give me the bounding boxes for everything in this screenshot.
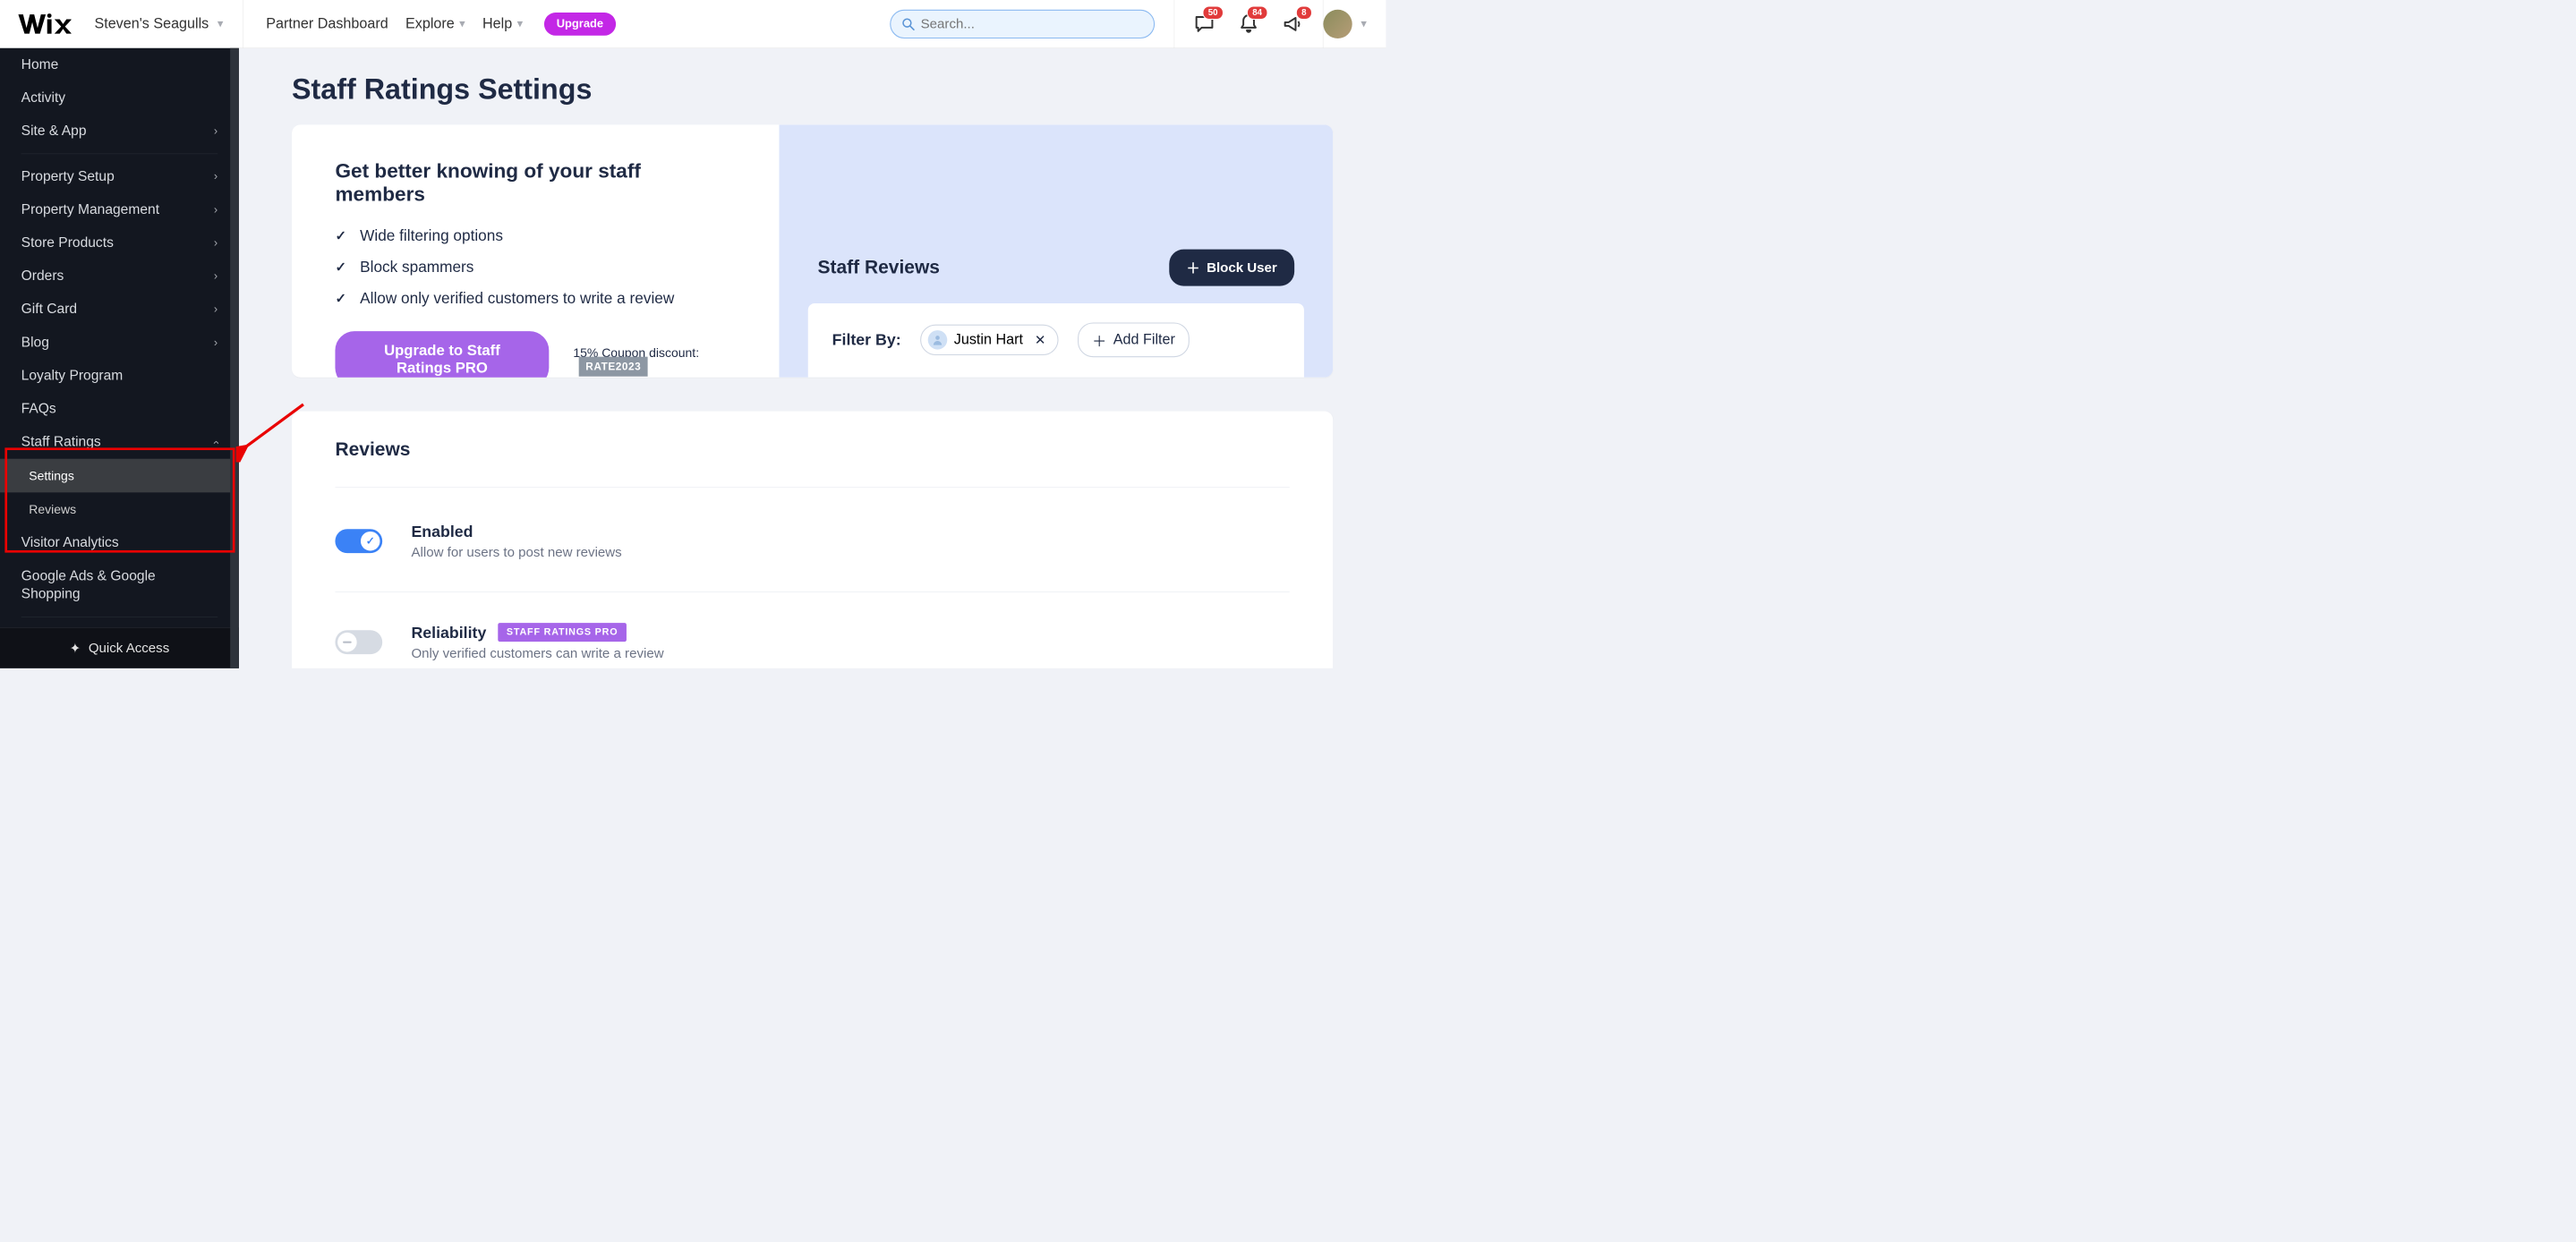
sidebar-item-gift-card[interactable]: Gift Card› bbox=[0, 293, 239, 326]
staff-reviews-heading: Staff Reviews bbox=[818, 257, 940, 278]
upgrade-button[interactable]: Upgrade bbox=[544, 13, 616, 36]
wix-logo[interactable] bbox=[0, 13, 90, 35]
staff-reviews-preview: Staff Reviews ＋ Block User Filter By: Ju… bbox=[779, 124, 1333, 377]
promo-panel: Get better knowing of your staff members… bbox=[292, 124, 1333, 377]
chevron-right-icon: › bbox=[214, 203, 218, 217]
check-icon: ✓ bbox=[366, 535, 375, 548]
plus-icon: ＋ bbox=[1092, 329, 1106, 351]
avatar-icon bbox=[928, 330, 948, 350]
reviews-panel: Reviews ✓ Enabled Allow for users to pos… bbox=[292, 411, 1333, 668]
announce-badge: 8 bbox=[1296, 5, 1312, 20]
chevron-right-icon: › bbox=[214, 269, 218, 283]
upgrade-pro-button[interactable]: Upgrade to Staff Ratings PRO bbox=[335, 331, 549, 378]
sidebar-item-site-app[interactable]: Site & App› bbox=[0, 115, 239, 148]
top-header: Steven's Seagulls ▾ Partner Dashboard Ex… bbox=[0, 0, 1386, 48]
check-icon: ✓ bbox=[335, 290, 346, 306]
quick-access-button[interactable]: ✦ Quick Access bbox=[0, 627, 239, 668]
sidebar-item-activity[interactable]: Activity bbox=[0, 81, 239, 115]
coupon-code: RATE2023 bbox=[579, 356, 648, 376]
announce-notif[interactable]: 8 bbox=[1283, 13, 1304, 35]
page-title: Staff Ratings Settings bbox=[292, 72, 1333, 106]
reliability-toggle[interactable] bbox=[335, 630, 382, 654]
divider bbox=[335, 591, 1289, 592]
reliability-desc: Only verified customers can write a revi… bbox=[411, 645, 663, 660]
feature-list: ✓Wide filtering options ✓Block spammers … bbox=[335, 226, 736, 307]
sidebar-item-property-setup[interactable]: Property Setup› bbox=[0, 160, 239, 193]
reliability-title: Reliability STAFF RATINGS PRO bbox=[411, 623, 663, 642]
nav-partner-dashboard[interactable]: Partner Dashboard bbox=[266, 15, 388, 31]
pro-badge: STAFF RATINGS PRO bbox=[498, 623, 627, 642]
close-icon[interactable]: ✕ bbox=[1035, 332, 1046, 348]
enabled-desc: Allow for users to post new reviews bbox=[411, 544, 621, 559]
chat-badge: 50 bbox=[1202, 5, 1224, 20]
enabled-toggle[interactable]: ✓ bbox=[335, 529, 382, 553]
nav-explore[interactable]: Explore▾ bbox=[405, 15, 465, 31]
check-icon: ✓ bbox=[335, 227, 346, 243]
setting-row-reliability: Reliability STAFF RATINGS PRO Only verif… bbox=[335, 613, 1289, 668]
bell-notif[interactable]: 84 bbox=[1238, 13, 1259, 35]
profile-menu[interactable]: ▾ bbox=[1323, 9, 1386, 38]
sidebar-item-google-ads[interactable]: Google Ads & Google Shopping bbox=[0, 559, 239, 611]
chevron-right-icon: › bbox=[214, 124, 218, 138]
filter-chip[interactable]: Justin Hart ✕ bbox=[920, 325, 1058, 355]
divider bbox=[21, 154, 218, 155]
chevron-down-icon: ▾ bbox=[459, 17, 465, 31]
site-name: Steven's Seagulls bbox=[94, 15, 209, 31]
filter-label: Filter By: bbox=[832, 331, 901, 349]
scrollbar[interactable] bbox=[230, 48, 239, 668]
divider bbox=[335, 487, 1289, 488]
add-filter-button[interactable]: ＋ Add Filter bbox=[1078, 322, 1190, 357]
enabled-title: Enabled bbox=[411, 523, 621, 540]
chip-label: Justin Hart bbox=[954, 332, 1023, 348]
search-wrap bbox=[890, 9, 1155, 38]
feature-item: ✓Allow only verified customers to write … bbox=[335, 289, 736, 307]
sidebar-item-property-management[interactable]: Property Management› bbox=[0, 193, 239, 226]
filter-card: Filter By: Justin Hart ✕ ＋ Add Filter bbox=[808, 303, 1304, 378]
search-box[interactable] bbox=[890, 9, 1155, 38]
sparkle-icon: ✦ bbox=[70, 640, 81, 656]
coupon: 15% Coupon discount: RATE2023 bbox=[573, 345, 736, 373]
cta-row: Upgrade to Staff Ratings PRO 15% Coupon … bbox=[335, 331, 736, 378]
feature-item: ✓Wide filtering options bbox=[335, 226, 736, 244]
promo-left: Get better knowing of your staff members… bbox=[292, 124, 779, 377]
bell-badge: 84 bbox=[1247, 5, 1268, 20]
main-content: Staff Ratings Settings Get better knowin… bbox=[239, 48, 1386, 668]
sidebar-item-faqs[interactable]: FAQs bbox=[0, 392, 239, 425]
setting-row-enabled: ✓ Enabled Allow for users to post new re… bbox=[335, 513, 1289, 582]
chevron-right-icon: › bbox=[214, 170, 218, 183]
sidebar-item-staff-ratings[interactable]: Staff Ratings› bbox=[0, 426, 239, 459]
sidebar-sub-reviews[interactable]: Reviews bbox=[0, 492, 239, 526]
chevron-right-icon: › bbox=[214, 236, 218, 250]
notif-group: 50 84 8 bbox=[1174, 13, 1323, 35]
sidebar: Home Activity Site & App› Property Setup… bbox=[0, 48, 239, 668]
sidebar-item-blog[interactable]: Blog› bbox=[0, 326, 239, 359]
plus-icon: ＋ bbox=[1186, 258, 1199, 277]
check-icon: ✓ bbox=[335, 259, 346, 275]
top-nav: Partner Dashboard Explore▾ Help▾ Upgrade bbox=[243, 13, 616, 36]
avatar bbox=[1323, 9, 1352, 38]
sidebar-item-loyalty[interactable]: Loyalty Program bbox=[0, 359, 239, 392]
chevron-up-icon: › bbox=[209, 440, 222, 444]
reviews-heading: Reviews bbox=[335, 439, 1289, 461]
site-selector[interactable]: Steven's Seagulls ▾ bbox=[90, 15, 243, 31]
block-user-button[interactable]: ＋ Block User bbox=[1169, 250, 1294, 286]
chevron-down-icon: ▾ bbox=[1361, 17, 1366, 31]
sidebar-item-visitor-analytics[interactable]: Visitor Analytics bbox=[0, 526, 239, 559]
chevron-down-icon: ▾ bbox=[218, 17, 223, 31]
promo-heading: Get better knowing of your staff members bbox=[335, 159, 736, 206]
feature-item: ✓Block spammers bbox=[335, 258, 736, 276]
sidebar-sub-settings[interactable]: Settings bbox=[0, 459, 239, 493]
chevron-down-icon: ▾ bbox=[517, 17, 523, 31]
search-icon bbox=[901, 17, 915, 30]
search-input[interactable] bbox=[921, 16, 1144, 31]
sidebar-item-store-products[interactable]: Store Products› bbox=[0, 226, 239, 259]
sidebar-item-home[interactable]: Home bbox=[0, 48, 239, 81]
chat-notif[interactable]: 50 bbox=[1194, 13, 1215, 35]
sidebar-item-orders[interactable]: Orders› bbox=[0, 259, 239, 293]
chevron-right-icon: › bbox=[214, 302, 218, 316]
chevron-right-icon: › bbox=[214, 336, 218, 349]
nav-help[interactable]: Help▾ bbox=[482, 15, 523, 31]
